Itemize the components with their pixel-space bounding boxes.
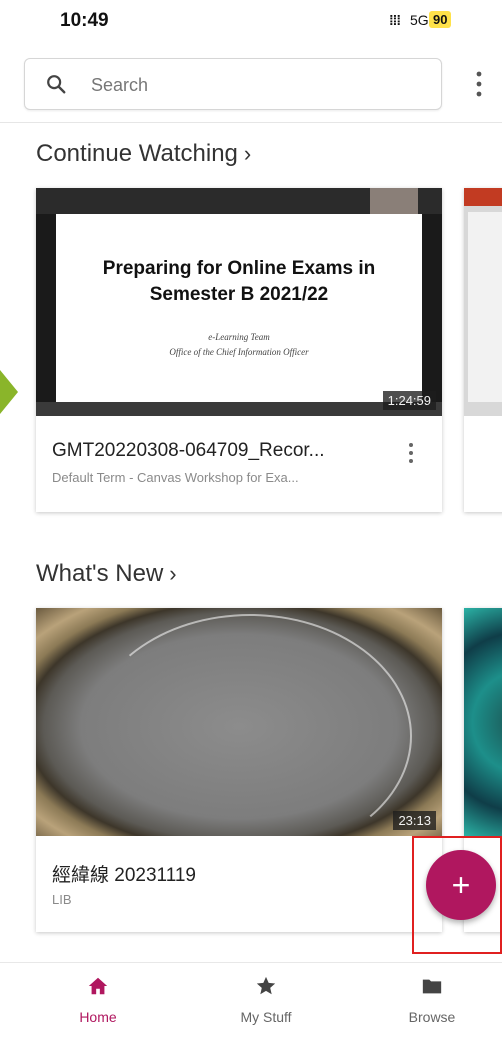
- slide-team: e-Learning Team: [208, 332, 270, 342]
- chevron-right-icon: ›: [169, 561, 177, 586]
- nav-home-label: Home: [79, 1009, 117, 1025]
- signal-icon: ⁞⁞⁞: [389, 12, 401, 28]
- search-bar[interactable]: [24, 58, 442, 110]
- video-thumbnail: 23:13: [36, 608, 442, 858]
- chevron-right-icon: ›: [243, 141, 252, 166]
- more-vert-icon[interactable]: [468, 68, 490, 100]
- battery-level: 90: [429, 11, 452, 28]
- whats-new-title: What's New: [36, 560, 164, 587]
- folder-icon: [422, 979, 442, 994]
- network-type: 5G: [410, 12, 429, 28]
- slide-title: Preparing for Online Exams in Semester B…: [56, 256, 422, 308]
- thumbnail-page: [468, 212, 502, 402]
- arrow-marker: [0, 370, 18, 414]
- thumbnail-bottombar: [36, 402, 442, 416]
- video-thumbnail: Preparing for Online Exams in Semester B…: [36, 188, 442, 416]
- video-subtitle: LIB: [52, 892, 72, 907]
- add-button[interactable]: +: [426, 850, 496, 920]
- dish-ring: [88, 614, 412, 858]
- continue-watching-heading[interactable]: Continue Watching ›: [36, 140, 251, 168]
- duration-badge: 1:24:59: [382, 391, 436, 410]
- video-card[interactable]: 23:13 經緯線 20231119 LIB: [36, 608, 442, 932]
- nav-browse-label: Browse: [408, 1009, 456, 1025]
- slide-title-line-2: Semester B 2021/22: [149, 284, 329, 305]
- nav-home[interactable]: Home: [38, 963, 158, 1042]
- nav-my-stuff[interactable]: My Stuff: [206, 963, 326, 1042]
- status-time: 10:49: [60, 10, 109, 31]
- home-icon: [88, 977, 108, 995]
- slide-title-line-1: Preparing for Online Exams in: [102, 258, 376, 279]
- continue-watching-title: Continue Watching: [36, 140, 238, 167]
- video-card[interactable]: Preparing for Online Exams in Semester B…: [36, 188, 442, 512]
- video-title: 經緯線 20231119: [52, 865, 196, 886]
- search-icon: [47, 75, 66, 94]
- status-bar: 10:49 ⁞⁞⁞ 5G 90: [0, 0, 502, 42]
- nav-browse[interactable]: Browse: [372, 963, 492, 1042]
- slide-page: Preparing for Online Exams in Semester B…: [56, 214, 422, 402]
- slide-office: Office of the Chief Information Officer: [169, 347, 309, 357]
- video-subtitle: Default Term - Canvas Workshop for Exa..…: [52, 470, 299, 485]
- video-thumbnail: [464, 608, 502, 836]
- more-vert-icon[interactable]: [404, 440, 418, 466]
- nav-my-stuff-label: My Stuff: [240, 1009, 292, 1025]
- video-title: GMT20220308-064709_Recor...: [52, 440, 325, 461]
- duration-badge: 23:13: [393, 811, 436, 830]
- video-card[interactable]: Bi Or: [464, 188, 502, 512]
- video-thumbnail: [464, 188, 502, 416]
- header-divider: [0, 122, 502, 123]
- thumbnail-header: [464, 188, 502, 206]
- bottom-navigation: Home My Stuff Browse: [0, 962, 502, 1042]
- star-icon: [256, 976, 276, 995]
- search-input[interactable]: [89, 69, 423, 101]
- whats-new-heading[interactable]: What's New ›: [36, 560, 177, 588]
